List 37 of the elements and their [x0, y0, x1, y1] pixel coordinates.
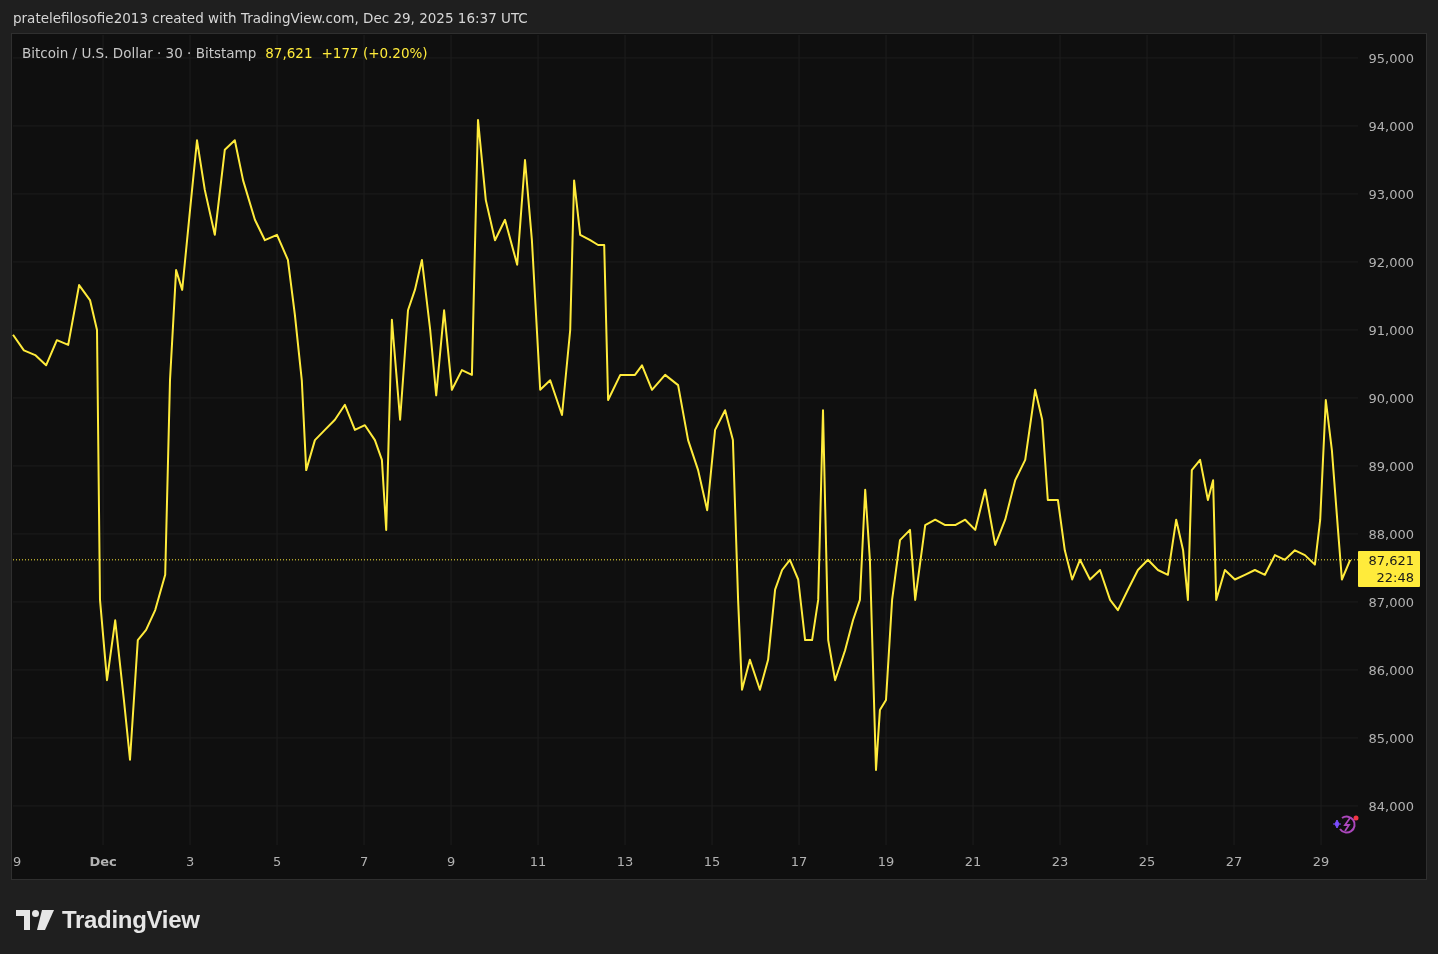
price-axis-label: 93,000 — [1368, 187, 1414, 202]
last-price: 87,621 — [265, 45, 313, 61]
price-axis-label: 90,000 — [1368, 391, 1414, 406]
price-axis-label: 89,000 — [1368, 459, 1414, 474]
time-axis-label: 13 — [616, 854, 634, 869]
chart-caption: pratelefilosofie2013 created with TradingView.com, Dec 29, 2025 16:37 UTC — [12, 9, 529, 28]
price-axis-label: 87,000 — [1368, 594, 1414, 610]
time-axis-label: 21 — [964, 854, 982, 869]
time-axis-label: 15 — [703, 854, 721, 869]
symbol-title: Bitcoin / U.S. Dollar · 30 · Bitstamp — [22, 45, 257, 61]
price-axis-label: 85,000 — [1368, 730, 1414, 746]
price-axis-label: 86,000 — [1368, 662, 1414, 678]
sparkle-lightning-icon — [1332, 815, 1359, 834]
price-axis-label: 95,000 — [1368, 51, 1414, 66]
price-axis-label: 88,000 — [1368, 526, 1414, 542]
brand-name: TradingView — [62, 906, 200, 934]
time-axis-label: 19 — [877, 854, 895, 869]
time-axis-label: 9 — [446, 854, 456, 869]
logo-icon — [16, 910, 54, 930]
time-axis-label: Dec — [89, 854, 117, 869]
time-axis-label: 17 — [790, 854, 808, 869]
price-change: +177 (+0.20%) — [321, 45, 428, 61]
time-axis-label: 25 — [1138, 854, 1156, 869]
time-axis-label: 23 — [1051, 854, 1069, 869]
time-axis-label: 7 — [359, 854, 369, 869]
time-axis-label: 3 — [185, 854, 195, 869]
time-axis-label: 11 — [529, 854, 547, 869]
price-axis-label: 92,000 — [1368, 255, 1414, 270]
time-axis-label: 9 — [13, 854, 22, 869]
time-axis-label: 29 — [1312, 854, 1330, 869]
price-tag-value: 87,621 — [1368, 551, 1414, 569]
price-axis-label: 91,000 — [1368, 323, 1414, 338]
price-axis-label: 84,000 — [1368, 798, 1414, 814]
time-axis-label: 27 — [1225, 854, 1243, 869]
price-axis-label: 94,000 — [1368, 119, 1414, 134]
countdown-text: 22:48 — [1376, 568, 1414, 586]
time-axis-label: 5 — [272, 854, 282, 869]
